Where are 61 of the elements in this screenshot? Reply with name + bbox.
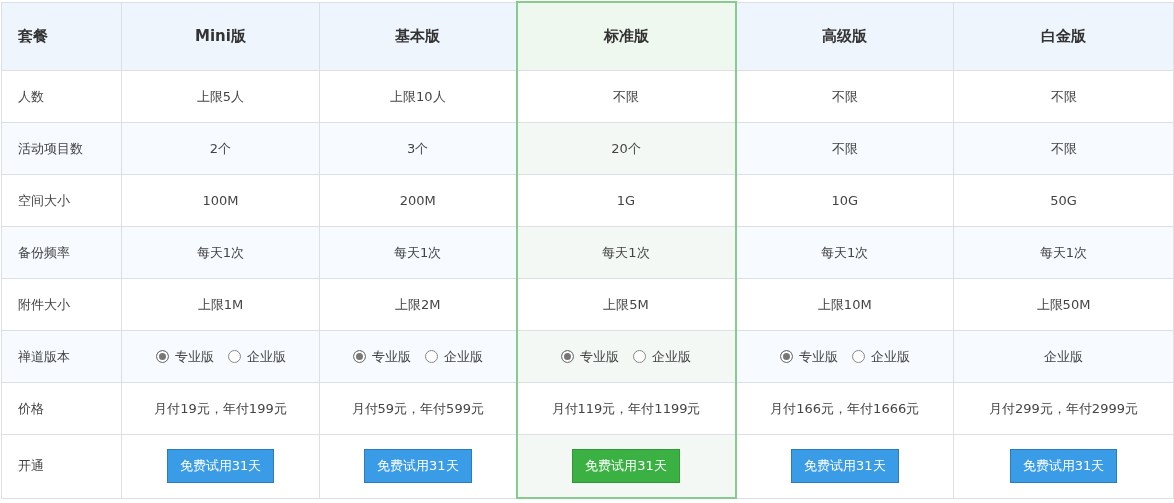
plan-header: 白金版: [953, 2, 1174, 71]
row-label: 活动项目数: [1, 122, 122, 175]
header-cell: 套餐: [1, 2, 122, 71]
plan-header: 高级版: [735, 2, 954, 71]
radio-label[interactable]: 专业版: [174, 347, 214, 366]
radio-button[interactable]: [561, 350, 574, 363]
table-cell: 月付119元，年付1199元: [516, 382, 736, 435]
table-cell: 不限: [953, 70, 1174, 123]
radio-label[interactable]: 企业版: [870, 347, 910, 366]
table-cell: 上限10M: [735, 278, 954, 331]
radio-label[interactable]: 企业版: [443, 347, 483, 366]
table-cell: 不限: [735, 122, 954, 175]
radio-button[interactable]: [352, 350, 366, 363]
radio-button[interactable]: [227, 350, 241, 363]
radio-label[interactable]: 专业版: [798, 347, 838, 366]
table-cell: 10G: [735, 174, 954, 227]
table-cell: 上限5M: [516, 278, 736, 331]
table-cell: 月付299元，年付2999元: [953, 382, 1174, 435]
table-cell: 上限5人: [121, 70, 320, 123]
table-cell: 月付166元，年付1666元: [735, 382, 954, 435]
table-cell: 月付59元，年付599元: [319, 382, 517, 435]
row-label: 附件大小: [1, 278, 122, 331]
row-label: 人数: [1, 70, 122, 123]
radio-label[interactable]: 专业版: [580, 347, 619, 366]
table-cell: 2个: [121, 122, 320, 175]
table-cell: 50G: [953, 174, 1174, 227]
plan-header: 标准版: [516, 2, 736, 71]
plan-header: 基本版: [319, 2, 517, 71]
table-cell: 不限: [953, 122, 1174, 175]
table-cell: 1G: [516, 174, 736, 227]
radio-button[interactable]: [779, 350, 793, 363]
table-cell: 企业版: [1044, 348, 1083, 364]
table-cell: 不限: [735, 70, 954, 123]
table-cell: 每天1次: [121, 226, 320, 279]
table-cell: 上限50M: [953, 278, 1174, 331]
table-cell: 不限: [516, 70, 736, 123]
table-cell: 上限10人: [319, 70, 517, 123]
radio-button[interactable]: [424, 350, 438, 363]
table-cell: 月付19元，年付199元: [121, 382, 320, 435]
radio-button[interactable]: [633, 350, 646, 363]
row-label: 价格: [1, 382, 122, 435]
table-cell: 每天1次: [953, 226, 1174, 279]
radio-button[interactable]: [155, 350, 169, 363]
radio-button[interactable]: [851, 350, 865, 363]
table-cell: 100M: [121, 174, 320, 227]
table-cell: 每天1次: [516, 226, 736, 279]
table-cell: 上限2M: [319, 278, 517, 331]
radio-label[interactable]: 专业版: [371, 347, 411, 366]
table-cell: 上限1M: [121, 278, 320, 331]
radio-label[interactable]: 企业版: [652, 347, 691, 366]
table-cell: 每天1次: [735, 226, 954, 279]
radio-label[interactable]: 企业版: [246, 347, 286, 366]
row-label: 禅道版本: [1, 330, 122, 383]
row-label: 空间大小: [1, 174, 122, 227]
row-label: 备份频率: [1, 226, 122, 279]
table-cell: 每天1次: [319, 226, 517, 279]
plan-header: Mini版: [121, 2, 320, 71]
table-cell: 20个: [516, 122, 736, 175]
row-label: 开通: [1, 434, 122, 498]
table-cell: 200M: [319, 174, 517, 227]
table-cell: 3个: [319, 122, 517, 175]
